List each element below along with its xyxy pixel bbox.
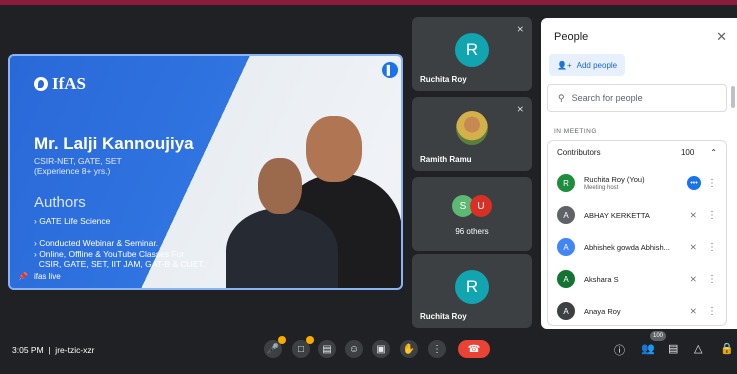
add-people-label: Add people bbox=[576, 60, 618, 70]
captions-button[interactable]: ▤ bbox=[318, 340, 336, 358]
participant-row[interactable]: A Abhishek gowda Abhish... ⨯ ⋮ bbox=[547, 231, 727, 263]
mic-off-icon[interactable]: ⨯ bbox=[689, 274, 697, 285]
avatar: A bbox=[557, 238, 575, 256]
participant-row[interactable]: A Akshara S ⨯ ⋮ bbox=[547, 263, 727, 295]
add-people-button[interactable]: 👤+ Add people bbox=[549, 54, 626, 76]
avatar: R bbox=[455, 33, 489, 67]
avatar: A bbox=[557, 270, 575, 288]
audio-activity-icon: ▌ bbox=[382, 62, 398, 78]
contributors-count: 100 bbox=[680, 147, 695, 157]
info-icon[interactable]: ⓘ bbox=[614, 342, 625, 358]
participant-row[interactable]: A ABHAY KERKETTA ⨯ ⋮ bbox=[547, 199, 727, 231]
ifas-logo-icon bbox=[34, 77, 48, 91]
participant-tile[interactable]: R ⨯ Ruchita Roy bbox=[412, 17, 532, 91]
tile-label-text: ifas live bbox=[33, 272, 61, 281]
camera-button[interactable]: □ bbox=[292, 336, 314, 358]
contributors-label: Contributors bbox=[557, 147, 601, 157]
participant-name: Anaya Roy bbox=[584, 306, 621, 316]
tile-label: 📌 ifas live bbox=[18, 272, 61, 281]
participant-tile[interactable]: R Ruchita Roy bbox=[412, 254, 532, 328]
more-options-icon[interactable]: ⋮ bbox=[707, 306, 717, 317]
slide-bullet: › Conducted Webinar & Seminar. bbox=[34, 238, 159, 248]
in-meeting-heading: IN MEETING bbox=[554, 128, 597, 135]
mic-button[interactable]: 🎤 bbox=[264, 336, 286, 358]
avatar: R bbox=[455, 270, 489, 304]
slide-bullet: › Online, Offline & YouTube Classes For bbox=[34, 249, 185, 259]
end-call-button[interactable]: ☎ bbox=[458, 340, 490, 358]
slide-bullet: CSIR, GATE, SET, IIT JAM, GAT-B & CUET. bbox=[34, 259, 205, 269]
search-input[interactable]: ⚲ Search for people bbox=[547, 84, 727, 112]
warning-icon bbox=[306, 336, 314, 344]
participant-name: Abhishek gowda Abhish... bbox=[584, 242, 670, 252]
participant-row[interactable]: A Anaya Roy ⨯ ⋮ bbox=[547, 295, 727, 327]
emoji-button[interactable]: ☺ bbox=[345, 340, 363, 358]
host-controls-icon[interactable]: 🔒 bbox=[720, 342, 734, 355]
logo-text: IfAS bbox=[52, 74, 87, 93]
avatar: A bbox=[557, 206, 575, 224]
qualification-line: (Experience 8+ yrs.) bbox=[34, 166, 111, 176]
qualification-line: CSIR-NET, GATE, SET bbox=[34, 156, 122, 166]
panel-title: People bbox=[554, 31, 589, 43]
add-person-icon: 👤+ bbox=[557, 60, 572, 70]
top-stripe bbox=[0, 0, 737, 5]
participant-name: Ruchita Roy bbox=[420, 312, 467, 321]
people-count-badge: 100 bbox=[650, 331, 667, 341]
section-heading: Authors bbox=[34, 194, 86, 211]
meeting-time-code: 3:05 PM | jre-tzic-xzr bbox=[12, 345, 95, 355]
chevron-up-icon[interactable]: ⌃ bbox=[710, 148, 717, 157]
avatar: R bbox=[557, 174, 575, 192]
audio-level-icon: ••• bbox=[687, 176, 701, 190]
participant-role: Meeting host bbox=[584, 185, 619, 191]
mic-off-icon: ⨯ bbox=[516, 104, 524, 114]
speaker-qualifications: CSIR-NET, GATE, SET (Experience 8+ yrs.) bbox=[34, 156, 122, 176]
more-options-icon[interactable]: ⋮ bbox=[707, 210, 717, 221]
mic-off-icon[interactable]: ⨯ bbox=[689, 242, 697, 253]
presenter-figure bbox=[226, 208, 338, 288]
more-options-icon[interactable]: ⋮ bbox=[707, 274, 717, 285]
search-placeholder: Search for people bbox=[571, 93, 643, 103]
presenter-head bbox=[258, 158, 302, 214]
mic-off-icon[interactable]: ⨯ bbox=[689, 210, 697, 221]
participant-name: Akshara S bbox=[584, 274, 619, 284]
avatar bbox=[456, 111, 488, 145]
raise-hand-button[interactable]: ✋ bbox=[400, 340, 418, 358]
others-tile[interactable]: S U 96 others bbox=[412, 177, 532, 251]
present-button[interactable]: ▣ bbox=[372, 340, 390, 358]
participant-name: Ramith Ramu bbox=[420, 155, 472, 164]
participant-name: Ruchita Roy bbox=[420, 75, 467, 84]
scrollbar[interactable] bbox=[731, 86, 735, 108]
mic-off-icon: ⨯ bbox=[516, 24, 524, 34]
participant-row[interactable]: R Ruchita Roy (You) Meeting host ••• ⋮ bbox=[547, 167, 727, 199]
warning-icon bbox=[278, 336, 286, 344]
participant-name: Ruchita Roy (You) bbox=[584, 175, 645, 184]
more-options-button[interactable]: ⋮ bbox=[428, 340, 446, 358]
contributors-header[interactable]: Contributors 100 ⌃ bbox=[547, 142, 727, 162]
slide-bullet: › GATE Life Science bbox=[34, 216, 111, 226]
people-panel: People ✕ 👤+ Add people ⚲ Search for peop… bbox=[541, 18, 737, 329]
others-count: 96 others bbox=[455, 227, 489, 236]
chat-icon[interactable]: ▤ bbox=[668, 342, 678, 355]
search-icon: ⚲ bbox=[558, 92, 565, 103]
people-icon[interactable]: 👥 bbox=[641, 342, 655, 355]
ifas-logo: IfAS bbox=[34, 74, 86, 94]
more-options-icon[interactable]: ⋮ bbox=[707, 242, 717, 253]
avatar: A bbox=[557, 302, 575, 320]
close-icon[interactable]: ✕ bbox=[716, 29, 727, 45]
presenter-tile[interactable]: IfAS Mr. Lalji Kannoujiya CSIR-NET, GATE… bbox=[8, 54, 403, 290]
presenter-head bbox=[306, 116, 362, 182]
pin-icon[interactable]: 📌 bbox=[18, 272, 28, 281]
speaker-name: Mr. Lalji Kannoujiya bbox=[34, 134, 194, 153]
participant-name: ABHAY KERKETTA bbox=[584, 210, 650, 220]
more-options-icon[interactable]: ⋮ bbox=[707, 178, 717, 189]
activities-icon[interactable]: △ bbox=[694, 342, 702, 355]
mic-off-icon[interactable]: ⨯ bbox=[689, 306, 697, 317]
participant-tile[interactable]: ⨯ Ramith Ramu bbox=[412, 97, 532, 171]
participant-entry: Ruchita Roy (You) Meeting host bbox=[584, 175, 684, 191]
avatar: U bbox=[470, 195, 492, 217]
